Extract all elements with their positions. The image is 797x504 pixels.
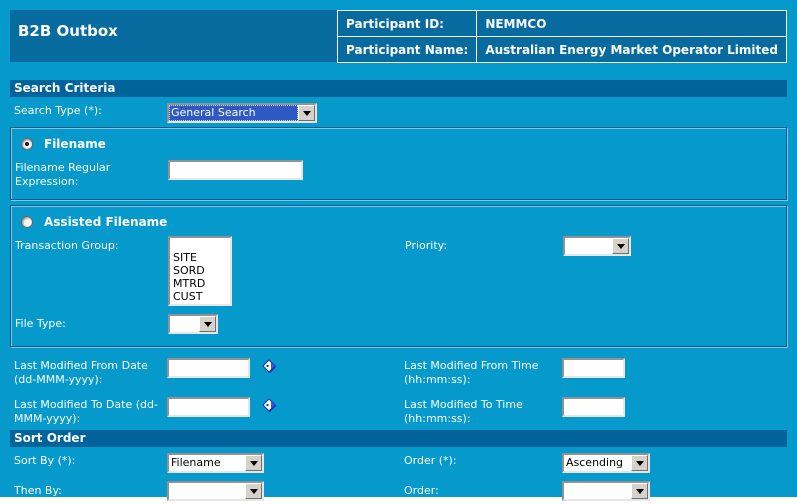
transaction-group-listbox[interactable]: SITESORDMTRDCUST <box>168 236 232 306</box>
sort-by-row: Sort By (*): Filename Order (*): Ascendi… <box>10 447 787 477</box>
search-type-row: Search Type (*): General Search <box>10 97 787 127</box>
from-date-label: Last Modified From Date (dd-MMM-yyyy): <box>14 356 167 387</box>
order-selected-value: Ascending <box>564 455 631 471</box>
filename-section: Filename Filename Regular Expression: <box>10 127 787 200</box>
calendar-icon[interactable] <box>262 359 277 378</box>
filename-radio-label: Filename <box>44 137 106 151</box>
screen: B2B Outbox Participant ID: NEMMCO Partic… <box>0 0 797 504</box>
filename-radio[interactable] <box>21 138 33 150</box>
calendar-icon[interactable] <box>262 398 277 417</box>
transaction-group-row: Transaction Group: SITESORDMTRDCUST Prio… <box>11 232 786 310</box>
assisted-radio-row: Assisted Filename <box>11 208 786 232</box>
search-type-selected-value: General Search <box>169 105 298 121</box>
file-type-label: File Type: <box>15 314 168 331</box>
order-label: Order (*): <box>404 451 562 468</box>
page-title: B2B Outbox <box>18 22 118 40</box>
sort-order-header: Sort Order <box>10 430 787 447</box>
filename-regex-label: Filename Regular Expression: <box>15 158 168 189</box>
then-by-row: Then By: Order: <box>10 477 787 504</box>
filename-regex-row: Filename Regular Expression: <box>11 154 786 193</box>
then-by-selected-value <box>169 483 245 499</box>
chevron-down-icon <box>612 238 629 254</box>
priority-select[interactable] <box>563 236 631 256</box>
order2-selected-value <box>564 483 631 499</box>
participant-name-value: Australian Energy Market Operator Limite… <box>477 37 787 63</box>
transaction-group-label: Transaction Group: <box>15 236 168 253</box>
sort-by-label: Sort By (*): <box>14 451 167 468</box>
listbox-option[interactable] <box>170 238 230 251</box>
chevron-down-icon <box>298 105 315 121</box>
filename-regex-input[interactable] <box>168 160 303 180</box>
priority-selected-value <box>565 238 612 254</box>
filename-radio-row: Filename <box>11 130 786 154</box>
listbox-option[interactable]: CUST <box>170 290 230 303</box>
listbox-option[interactable]: MTRD <box>170 277 230 290</box>
order2-label: Order: <box>404 481 562 498</box>
search-type-select[interactable]: General Search <box>167 103 317 123</box>
listbox-option[interactable]: SITE <box>170 251 230 264</box>
from-date-row: Last Modified From Date (dd-MMM-yyyy): L… <box>10 352 787 391</box>
participant-id-value: NEMMCO <box>477 11 787 37</box>
to-time-label: Last Modified To Time (hh:mm:ss): <box>404 395 562 426</box>
search-type-label: Search Type (*): <box>14 101 167 118</box>
file-type-select[interactable] <box>168 314 218 334</box>
then-by-label: Then By: <box>14 481 167 498</box>
order2-select[interactable] <box>562 481 650 501</box>
participant-id-label: Participant ID: <box>338 11 477 37</box>
sort-by-selected-value: Filename <box>169 455 245 471</box>
sort-by-select[interactable]: Filename <box>167 453 264 473</box>
chevron-down-icon <box>245 455 262 471</box>
header-panel: B2B Outbox Participant ID: NEMMCO Partic… <box>10 10 787 62</box>
chevron-down-icon <box>199 316 216 332</box>
assisted-filename-radio[interactable] <box>21 216 33 228</box>
assisted-filename-radio-label: Assisted Filename <box>44 215 167 229</box>
search-criteria-header: Search Criteria <box>10 80 787 97</box>
participant-name-label: Participant Name: <box>338 37 477 63</box>
table-row: Participant Name: Australian Energy Mark… <box>338 37 787 63</box>
listbox-option[interactable]: SORD <box>170 264 230 277</box>
b2b-outbox-page: B2B Outbox Participant ID: NEMMCO Partic… <box>0 0 797 497</box>
file-type-row: File Type: <box>11 310 786 340</box>
chevron-down-icon <box>631 483 648 499</box>
from-time-label: Last Modified From Time (hh:mm:ss): <box>404 356 562 387</box>
from-date-input[interactable] <box>167 358 250 378</box>
to-date-row: Last Modified To Date (dd-MMM-yyyy): Las… <box>10 391 787 430</box>
file-type-selected-value <box>170 316 199 332</box>
participant-table: Participant ID: NEMMCO Participant Name:… <box>337 10 787 63</box>
chevron-down-icon <box>245 483 262 499</box>
table-row: Participant ID: NEMMCO <box>338 11 787 37</box>
assisted-filename-section: Assisted Filename Transaction Group: SIT… <box>10 205 787 347</box>
chevron-down-icon <box>631 455 648 471</box>
priority-label: Priority: <box>405 236 563 253</box>
from-time-input[interactable] <box>562 358 625 378</box>
to-time-input[interactable] <box>562 397 625 417</box>
order-select[interactable]: Ascending <box>562 453 650 473</box>
then-by-select[interactable] <box>167 481 264 501</box>
to-date-label: Last Modified To Date (dd-MMM-yyyy): <box>14 395 167 426</box>
to-date-input[interactable] <box>167 397 250 417</box>
